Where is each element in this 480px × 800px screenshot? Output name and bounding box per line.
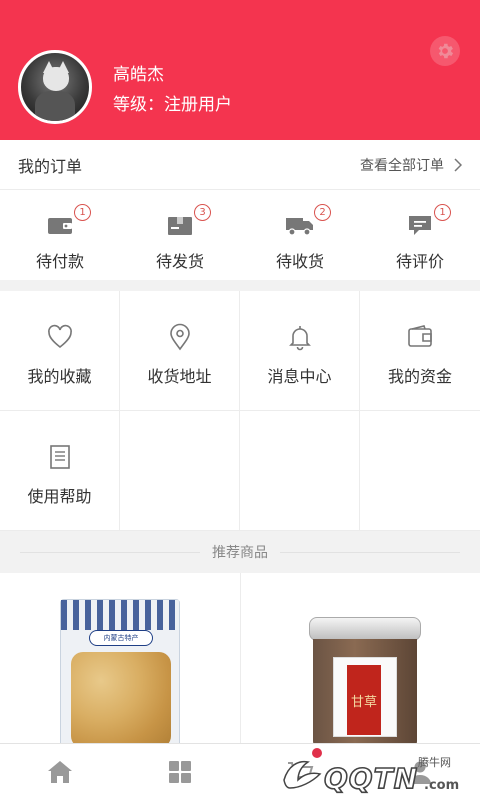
grid-item-favorites[interactable]: 我的收藏	[0, 291, 120, 411]
grid-item-messages[interactable]: 消息中心	[240, 291, 360, 411]
grid-label: 我的资金	[387, 367, 452, 386]
order-label: 待收货	[275, 252, 324, 271]
watermark: QQTN 腾牛网 .com	[278, 746, 478, 800]
bag-pattern	[61, 600, 179, 630]
grid-label: 消息中心	[267, 367, 332, 386]
order-label: 待发货	[155, 252, 204, 271]
document-icon	[49, 445, 70, 469]
avatar-body	[35, 91, 75, 121]
chevron-right-icon	[454, 157, 462, 172]
watermark-domain: .com	[424, 778, 460, 793]
grid-item-address[interactable]: 收货地址	[120, 291, 240, 411]
order-badge: 1	[74, 204, 91, 221]
orders-header: 我的订单 查看全部订单	[0, 140, 480, 190]
order-pending-shipment[interactable]: 3 待发货	[120, 190, 240, 280]
function-grid: 我的收藏 收货地址 消息中心 我的资金 使用帮助	[0, 291, 480, 531]
package-label: 甘草	[347, 665, 381, 735]
heart-icon	[47, 324, 72, 349]
profile-header: 高皓杰 等级：注册用户	[0, 0, 480, 140]
product-image: 内蒙古特产	[60, 599, 180, 743]
order-badge: 2	[314, 204, 331, 221]
order-label: 待付款	[35, 252, 84, 271]
user-name: 高皓杰	[113, 65, 164, 85]
order-badge: 1	[434, 204, 451, 221]
grid-item-help[interactable]: 使用帮助	[0, 411, 120, 531]
settings-button[interactable]	[430, 36, 460, 66]
package-label: 内蒙古特产	[89, 630, 153, 646]
tab-home[interactable]	[0, 744, 120, 800]
order-badge: 3	[194, 204, 211, 221]
grid-empty-cell	[360, 411, 480, 531]
view-all-orders-link[interactable]: 查看全部订单	[360, 155, 462, 175]
food-contents	[71, 652, 171, 743]
product-list: 内蒙古特产 甘草	[0, 573, 480, 743]
order-pending-review[interactable]: 1 待评价	[360, 190, 480, 280]
watermark-site-name: 腾牛网	[418, 756, 451, 769]
watermark-brand: QQTN	[323, 761, 419, 796]
truck-icon	[286, 218, 313, 236]
avatar[interactable]	[18, 50, 92, 124]
category-icon	[169, 761, 191, 783]
tab-category[interactable]	[120, 744, 240, 800]
grid-empty-cell	[120, 411, 240, 531]
orders-title: 我的订单	[18, 156, 83, 176]
recommend-title: 推荐商品	[200, 542, 280, 562]
grid-label: 收货地址	[147, 367, 212, 386]
view-all-orders-label: 查看全部订单	[360, 157, 444, 174]
orders-card: 我的订单 查看全部订单 1 待付款 3 待发货 2 待收货 1 待评价	[0, 140, 480, 280]
product-card[interactable]: 甘草	[240, 573, 480, 743]
recommend-header: 推荐商品	[0, 531, 480, 573]
user-level: 等级：注册用户	[113, 95, 232, 115]
order-pending-receipt[interactable]: 2 待收货	[240, 190, 360, 280]
product-image: 甘草	[309, 617, 421, 743]
watermark-logo-icon	[283, 760, 322, 789]
product-card[interactable]: 内蒙古特产	[0, 573, 240, 743]
gear-icon	[438, 43, 454, 59]
grid-label: 我的收藏	[27, 367, 92, 386]
location-pin-icon	[169, 323, 190, 351]
orders-status-row: 1 待付款 3 待发货 2 待收货 1 待评价	[0, 190, 480, 280]
package-icon	[168, 217, 192, 235]
avatar-face	[43, 67, 69, 91]
bell-icon	[288, 326, 311, 351]
order-label: 待评价	[395, 252, 444, 271]
jar-lid	[309, 617, 421, 641]
grid-item-funds[interactable]: 我的资金	[360, 291, 480, 411]
grid-label: 使用帮助	[27, 487, 92, 506]
grid-empty-cell	[240, 411, 360, 531]
comment-icon	[409, 216, 431, 235]
wallet-outline-icon	[408, 325, 432, 347]
order-pending-payment[interactable]: 1 待付款	[0, 190, 120, 280]
home-icon	[48, 761, 72, 783]
wallet-icon	[48, 218, 72, 234]
